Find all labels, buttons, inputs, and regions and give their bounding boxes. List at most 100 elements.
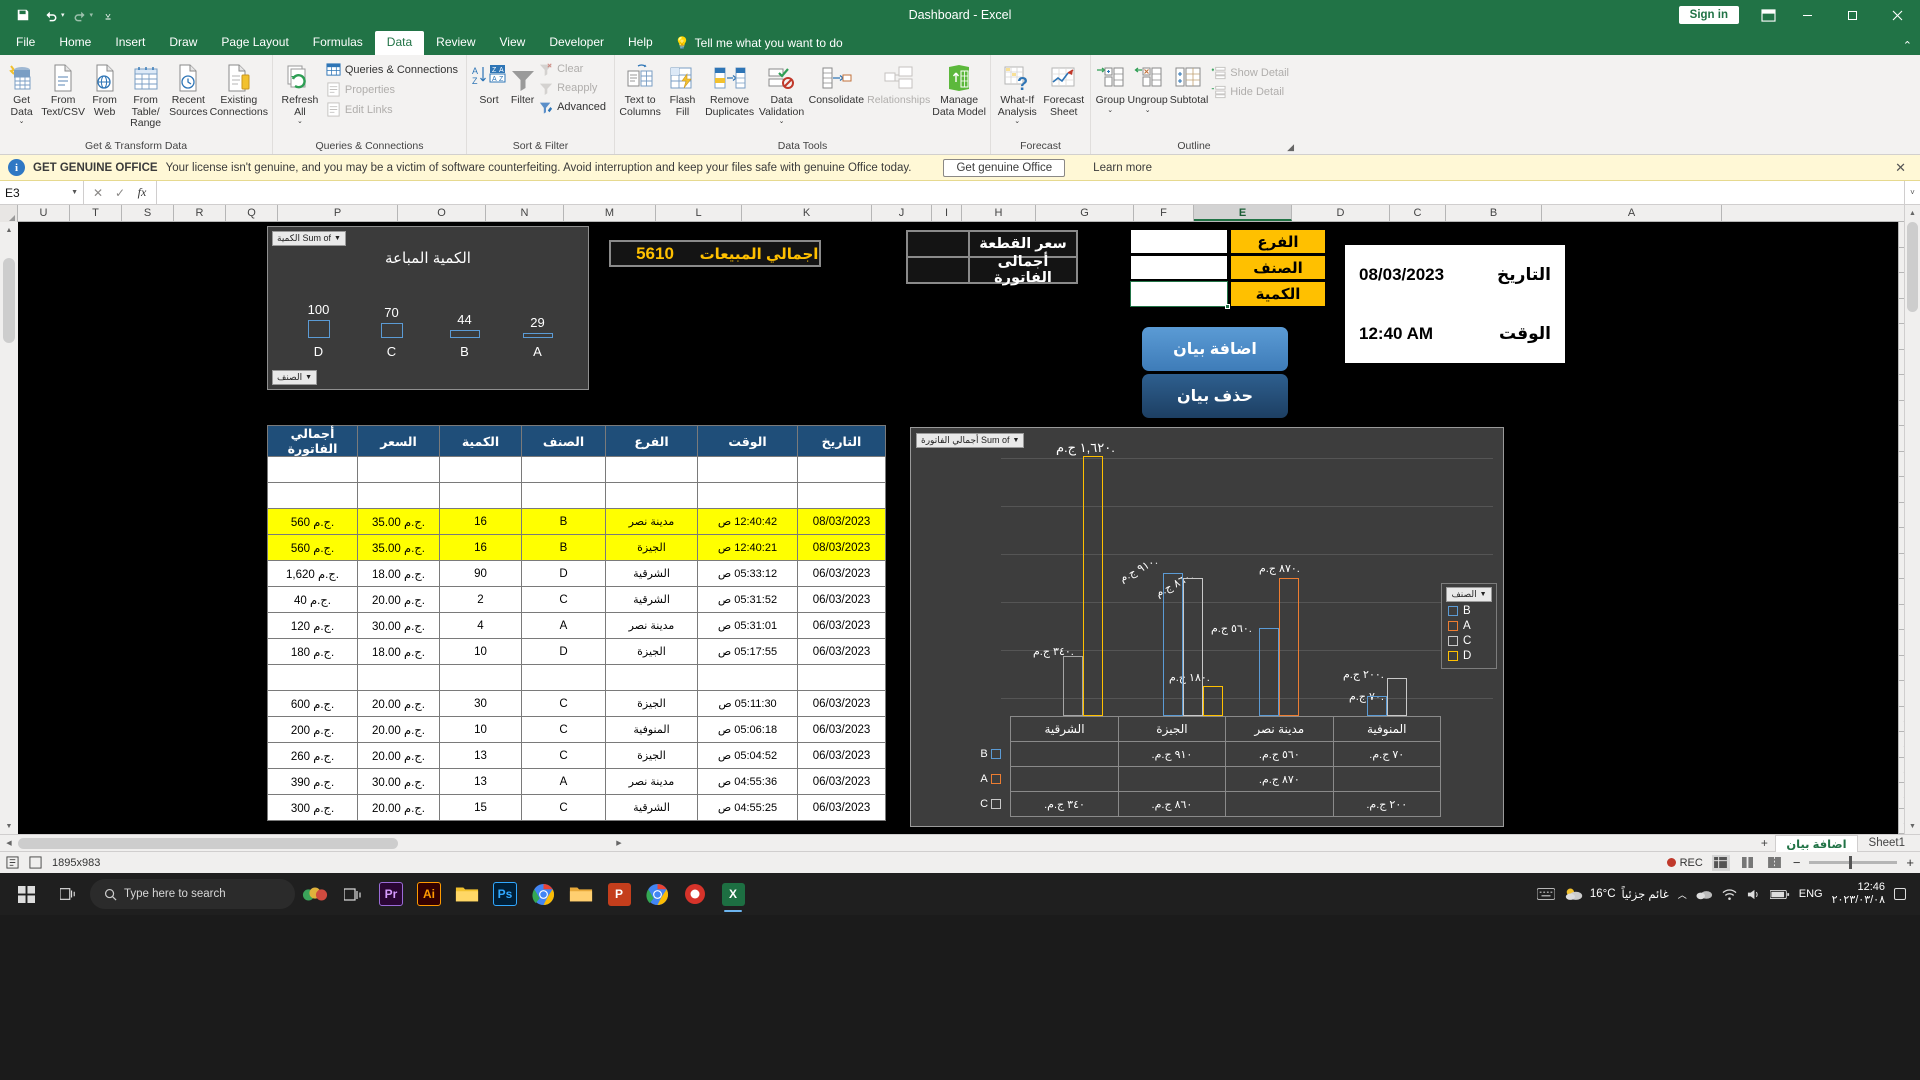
tab-review[interactable]: Review — [424, 31, 487, 55]
left-scroll-strip[interactable]: ▲ ▼ — [0, 222, 18, 834]
zoom-thumb[interactable] — [1849, 856, 1852, 869]
scroll-down-icon[interactable]: ▼ — [0, 818, 18, 834]
cancel-entry-icon[interactable]: ✕ — [87, 181, 109, 204]
banner-close-icon[interactable]: ✕ — [1889, 160, 1912, 176]
action-center-icon[interactable] — [1894, 888, 1906, 900]
tab-draw[interactable]: Draw — [157, 31, 209, 55]
vertical-scrollbar[interactable]: ▲ ▼ — [1904, 205, 1920, 834]
table-row[interactable] — [268, 665, 886, 691]
get-genuine-office-button[interactable]: Get genuine Office — [943, 159, 1065, 177]
th-quantity[interactable]: الكمية — [440, 426, 522, 457]
customize-qat-icon[interactable]: ⩣ — [95, 3, 121, 27]
column-header-O[interactable]: O — [398, 205, 486, 221]
tab-data[interactable]: Data — [375, 31, 424, 55]
tab-insert[interactable]: Insert — [103, 31, 157, 55]
table-row[interactable]: 1,620 ج.م. 18.00 ج.م. 90 D الشرقية 05:33… — [268, 561, 886, 587]
bar-giza-C[interactable] — [1183, 578, 1203, 716]
legend-item-D[interactable]: D — [1448, 650, 1490, 662]
column-header-B[interactable]: B — [1446, 205, 1542, 221]
invoice-total-pivot-chart[interactable]: ▼ Sum of أجمالي الفاتورة ١,٦٢٠ ج.م. ٩١٠ … — [910, 427, 1504, 827]
formula-input[interactable] — [157, 181, 1904, 204]
start-button[interactable] — [6, 874, 46, 914]
add-sheet-button[interactable]: + — [1753, 835, 1775, 852]
ribbon-display-options-icon[interactable] — [1751, 0, 1785, 30]
battery-icon[interactable] — [1770, 889, 1790, 900]
taskbar-app-icons-colorful[interactable] — [297, 875, 333, 913]
th-price[interactable]: السعر — [358, 426, 440, 457]
tab-formulas[interactable]: Formulas — [301, 31, 375, 55]
column-header-J[interactable]: J — [872, 205, 932, 221]
column-header-D[interactable]: D — [1292, 205, 1390, 221]
vertical-scroll-thumb-left[interactable] — [3, 258, 15, 343]
bar-sharqia-D[interactable] — [1083, 456, 1103, 716]
filter-button[interactable]: Filter — [508, 58, 537, 107]
learn-more-button[interactable]: Learn more — [1081, 160, 1164, 176]
th-date[interactable]: التاريخ — [798, 426, 886, 457]
weather-widget[interactable]: 16°C غائم جزئياً — [1564, 886, 1669, 902]
column-header-M[interactable]: M — [564, 205, 656, 221]
legend-field-button[interactable]: ▼ الصنف — [1446, 587, 1492, 602]
taskbar-photoshop[interactable]: Ps — [487, 875, 523, 913]
refresh-all-button[interactable]: RefreshAll⌄ — [276, 58, 324, 125]
taskbar-folder[interactable] — [563, 875, 599, 913]
minimize-button[interactable] — [1785, 0, 1830, 30]
name-box[interactable]: E3 ▼ — [0, 181, 84, 204]
bar-nasr-B[interactable] — [1259, 628, 1279, 716]
macro-record-button[interactable]: REC — [1667, 857, 1703, 869]
manage-data-model-button[interactable]: ManageData Model — [931, 58, 987, 118]
expand-formula-bar-icon[interactable]: ˅ — [1904, 181, 1920, 204]
flash-fill-button[interactable]: FlashFill — [662, 58, 702, 118]
th-category[interactable]: الصنف — [522, 426, 606, 457]
scroll-down-icon[interactable]: ▼ — [1905, 818, 1920, 834]
bar-menoufia-B[interactable] — [1367, 696, 1387, 716]
subtotal-button[interactable]: Subtotal — [1169, 58, 1210, 107]
table-row[interactable]: 560 ج.م. 35.00 ج.م. 16 B مدينة نصر 12:40… — [268, 509, 886, 535]
name-box-dropdown-icon[interactable]: ▼ — [71, 189, 78, 196]
consolidate-button[interactable]: Consolidate — [807, 58, 867, 107]
advanced-filter-button[interactable]: Advanced — [537, 98, 611, 116]
zoom-in-icon[interactable]: + — [1906, 855, 1914, 870]
column-header-P[interactable]: P — [278, 205, 398, 221]
table-row[interactable]: 40 ج.م. 20.00 ج.م. 2 C الشرقية 05:31:52 … — [268, 587, 886, 613]
scroll-right-icon[interactable]: ▶ — [610, 839, 628, 847]
from-text-csv-button[interactable]: FromText/CSV — [40, 58, 86, 118]
from-web-button[interactable]: FromWeb — [86, 58, 123, 118]
column-header-Q[interactable]: Q — [226, 205, 278, 221]
page-layout-view-button[interactable] — [1739, 855, 1757, 871]
tray-expand-icon[interactable]: ︿ — [1678, 888, 1687, 901]
horizontal-scrollbar[interactable] — [18, 837, 610, 850]
taskbar-file-explorer[interactable] — [449, 875, 485, 913]
taskbar-powerpoint[interactable]: P — [601, 875, 637, 913]
sheet-tab-add-record[interactable]: اضافة بيان — [1775, 835, 1857, 852]
sheet-tab-sheet1[interactable]: Sheet1 — [1858, 835, 1916, 851]
column-header-E[interactable]: E — [1194, 205, 1292, 221]
task-view-button[interactable] — [48, 874, 88, 914]
quantity-pivot-chart[interactable]: ▼ Sum of الكمية الكمية المباعة 100 D 70 … — [267, 226, 589, 390]
bar-giza-B[interactable] — [1163, 573, 1183, 716]
column-header-K[interactable]: K — [742, 205, 872, 221]
tab-help[interactable]: Help — [616, 31, 665, 55]
th-time[interactable]: الوقت — [698, 426, 798, 457]
taskbar-clock[interactable]: 12:46 ٢٠٢٣/٠٣/٠٨ — [1832, 881, 1885, 907]
quantity-bar-D[interactable]: 100 D — [291, 302, 347, 359]
language-indicator[interactable]: ENG — [1799, 888, 1823, 900]
existing-connections-button[interactable]: ExistingConnections — [209, 58, 269, 118]
what-if-analysis-button[interactable]: ? What-IfAnalysis⌄ — [994, 58, 1041, 125]
quantity-bar-B[interactable]: 44 B — [437, 312, 493, 359]
column-header-U[interactable]: U — [18, 205, 70, 221]
table-row[interactable]: 300 ج.م. 20.00 ج.م. 15 C الشرقية 04:55:2… — [268, 795, 886, 821]
column-header-S[interactable]: S — [122, 205, 174, 221]
table-row[interactable]: 180 ج.م. 18.00 ج.م. 10 D الجيزة 05:17:55… — [268, 639, 886, 665]
taskbar-illustrator[interactable]: Ai — [411, 875, 447, 913]
scroll-up-icon[interactable]: ▲ — [1905, 205, 1920, 221]
column-header-R[interactable]: R — [174, 205, 226, 221]
add-record-button[interactable]: اضافة بيان — [1142, 327, 1288, 371]
close-button[interactable] — [1875, 0, 1920, 30]
normal-view-button[interactable] — [1712, 855, 1730, 871]
table-row[interactable]: 390 ج.م. 30.00 ج.م. 13 A مدينة نصر 04:55… — [268, 769, 886, 795]
save-icon[interactable] — [10, 3, 36, 27]
quantity-bar-A[interactable]: 29 A — [510, 315, 566, 359]
legend-item-B[interactable]: B — [1448, 605, 1490, 617]
zoom-out-icon[interactable]: − — [1793, 855, 1801, 870]
network-icon[interactable] — [1722, 888, 1737, 901]
